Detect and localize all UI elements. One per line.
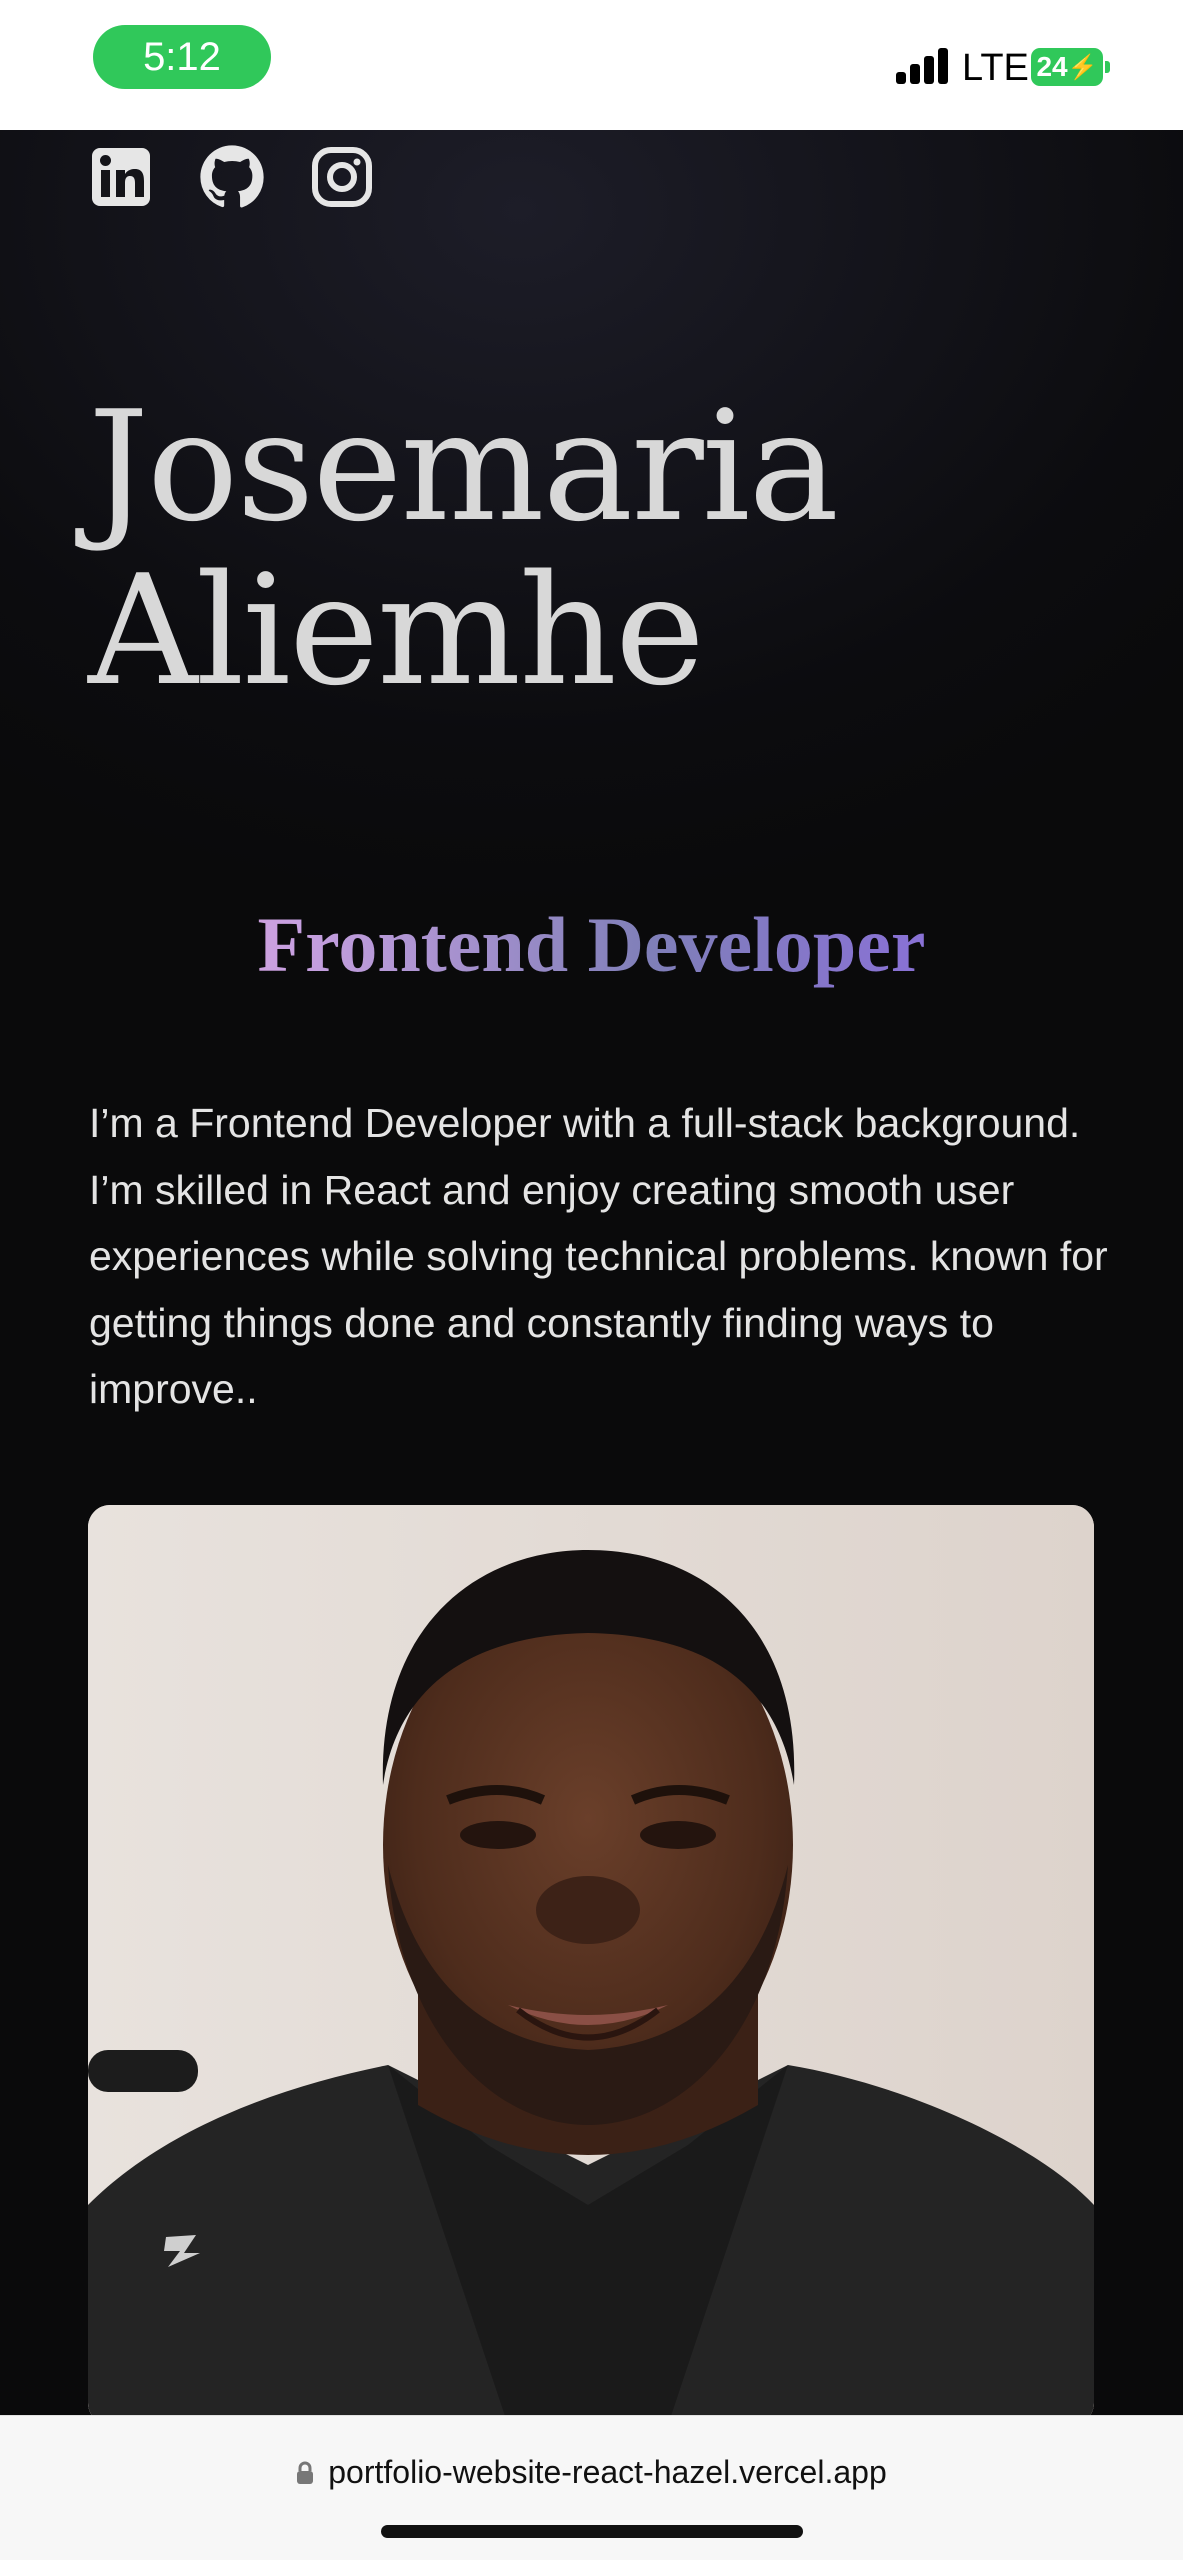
linkedin-icon[interactable] — [90, 146, 152, 208]
browser-url-bar[interactable]: portfolio-website-react-hazel.vercel.app — [0, 2415, 1183, 2560]
portfolio-page: Josemaria Aliemhe Frontend Developer I’m… — [0, 130, 1183, 2415]
status-time: 5:12 — [93, 25, 271, 89]
cellular-signal-icon — [896, 48, 950, 84]
profile-photo-illustration — [88, 1505, 1094, 2415]
lock-icon — [296, 2461, 314, 2485]
status-bar: 5:12 LTE 24 ⚡ — [0, 0, 1183, 130]
hero-name-first: Josemaria — [88, 378, 839, 555]
battery-nub — [1105, 61, 1110, 73]
battery-level: 24 — [1036, 51, 1068, 82]
profile-photo — [88, 1505, 1094, 2415]
url-row[interactable]: portfolio-website-react-hazel.vercel.app — [0, 2454, 1183, 2491]
instagram-icon[interactable] — [311, 146, 373, 208]
network-type: LTE — [962, 47, 1029, 89]
github-icon[interactable] — [199, 144, 265, 210]
url-text[interactable]: portfolio-website-react-hazel.vercel.app — [328, 2454, 886, 2491]
hero-role: Frontend Developer — [0, 895, 1183, 995]
hero-name-last: Aliemhe — [88, 542, 705, 719]
hero-name: Josemaria Aliemhe — [88, 378, 839, 719]
battery-icon: 24 ⚡ — [1031, 48, 1103, 86]
home-indicator[interactable] — [381, 2525, 803, 2538]
hero-bio: I’m a Frontend Developer with a full-sta… — [89, 1100, 1108, 1412]
